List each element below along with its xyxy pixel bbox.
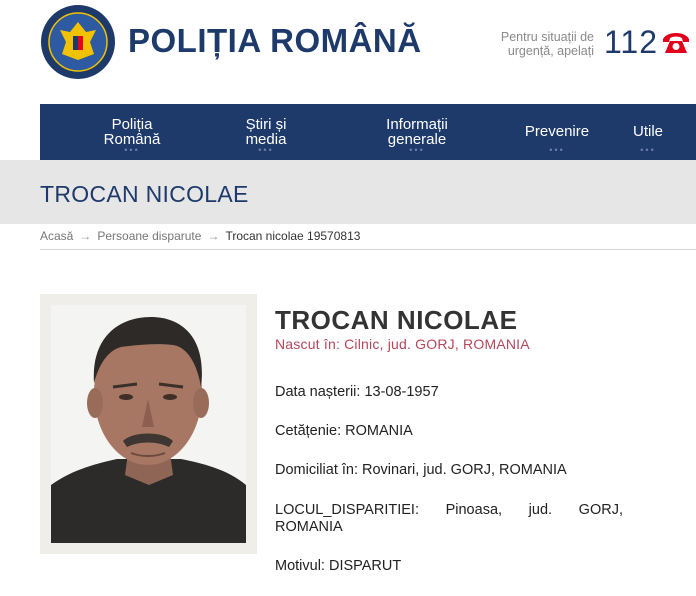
birth-place: Nascut în: Cilnic, jud. GORJ, ROMANIA xyxy=(275,336,530,352)
breadcrumb-missing-persons-link[interactable]: Persoane disparute xyxy=(97,229,201,243)
page-title: TROCAN NICOLAE xyxy=(40,181,249,207)
site-header: POLIȚIA ROMÂNĂ Pentru situații de urgenț… xyxy=(0,0,696,100)
nav-dots: ••• xyxy=(258,145,274,155)
disappearance-place: LOCUL_DISPARITIEI: Pinoasa, jud. GORJ, xyxy=(275,502,623,518)
citizenship: Cetățenie: ROMANIA xyxy=(275,423,413,439)
nav-item-informatii-generale[interactable]: Informații generale ••• xyxy=(367,104,467,160)
breadcrumb: Acasă → Persoane disparute → Trocan nicolae … xyxy=(40,229,360,243)
nav-item-prevenire[interactable]: Prevenire ••• xyxy=(513,104,601,160)
nav-dots: ••• xyxy=(640,145,656,155)
disappearance-place-continued: ROMANIA xyxy=(275,519,343,535)
breadcrumb-home-link[interactable]: Acasă xyxy=(40,229,73,243)
birth-date: Data nașterii: 13-08-1957 xyxy=(275,384,439,400)
nav-dots: ••• xyxy=(124,145,140,155)
domicile: Domiciliat în: Rovinari, jud. GORJ, ROMA… xyxy=(275,462,567,478)
person-photo[interactable] xyxy=(51,305,246,543)
nav-item-utile[interactable]: Utile ••• xyxy=(620,104,676,160)
nav-item-label: Prevenire xyxy=(524,123,590,140)
police-crest-icon[interactable] xyxy=(40,4,116,80)
emergency-text: Pentru situații de urgență, apelați xyxy=(500,30,594,58)
breadcrumb-divider xyxy=(40,249,696,250)
main-nav: Poliția Română ••• Știri și media ••• Info… xyxy=(40,104,696,160)
nav-item-label: Știri și media xyxy=(245,116,287,148)
breadcrumb-arrow-icon: → xyxy=(207,229,220,243)
disappearance-reason: Motivul: DISPARUT xyxy=(275,558,402,574)
nav-item-politia-romana[interactable]: Poliția Română ••• xyxy=(84,104,180,160)
emergency-number[interactable]: 112 xyxy=(604,24,658,61)
breadcrumb-current: Trocan nicolae 19570813 xyxy=(225,229,361,243)
nav-dots: ••• xyxy=(409,145,425,155)
person-name: TROCAN NICOLAE xyxy=(275,305,518,335)
nav-item-label: Informații generale xyxy=(386,116,448,148)
title-band: TROCAN NICOLAE xyxy=(0,160,696,224)
nav-dots: ••• xyxy=(549,145,565,155)
nav-item-label: Utile xyxy=(632,123,663,140)
person-photo-frame xyxy=(40,294,257,554)
breadcrumb-arrow-icon: → xyxy=(79,229,92,243)
nav-item-label: Poliția Română xyxy=(103,116,161,148)
nav-item-stiri-media[interactable]: Știri și media ••• xyxy=(226,104,306,160)
site-title[interactable]: POLIȚIA ROMÂNĂ xyxy=(128,22,422,60)
phone-icon[interactable] xyxy=(661,30,691,56)
